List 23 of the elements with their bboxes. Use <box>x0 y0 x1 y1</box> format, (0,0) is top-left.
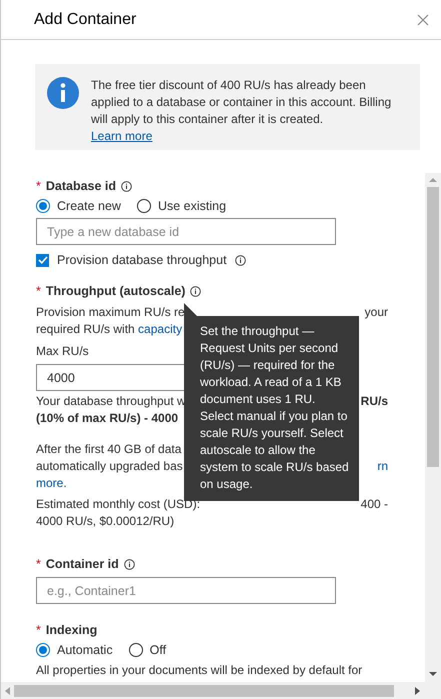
required-mark: * <box>36 556 41 573</box>
note-text: 400 - <box>360 497 388 511</box>
note-text: Provision maximum RU/s re <box>36 305 185 319</box>
note-text: 4000 RU/s, $0.00012/RU) <box>36 514 174 528</box>
required-mark: * <box>36 283 41 300</box>
indexing-note: All properties in your documents will be indexed by default for <box>36 662 364 679</box>
field-label: Container id <box>46 556 119 573</box>
note-text: (10% of max RU/s) - 4000 <box>36 411 178 425</box>
note-text: required RU/s with <box>36 322 136 336</box>
required-mark: * <box>36 622 41 639</box>
note-text: your <box>364 305 388 319</box>
field-label: Database id <box>46 178 116 195</box>
note-text: RU/s <box>360 394 388 408</box>
field-label: Max RU/s <box>36 343 89 360</box>
field-label: Indexing <box>46 622 98 639</box>
note-text: automatically upgraded bas <box>36 459 183 473</box>
field-label: Throughput (autoscale) <box>46 283 186 300</box>
tooltip: Set the throughput — Request Units per second (RU/s) — required for the workload. A read of a 1 KB document uses 1 RU. Select manual if you plan to scale RU/s yourself. Select autoscale to allow the system to scale RU/s based on usage. <box>184 316 359 501</box>
notice-text: The free tier discount of 400 RU/s has already been applied to a database or container in this account. Billing will apply to this container after it is created. <box>91 77 392 128</box>
required-mark: * <box>36 178 41 195</box>
note-text: After the first 40 GB of data <box>36 442 182 456</box>
checkbox-label: Provision database throughput <box>57 253 227 267</box>
panel-title: Add Container <box>34 10 136 28</box>
